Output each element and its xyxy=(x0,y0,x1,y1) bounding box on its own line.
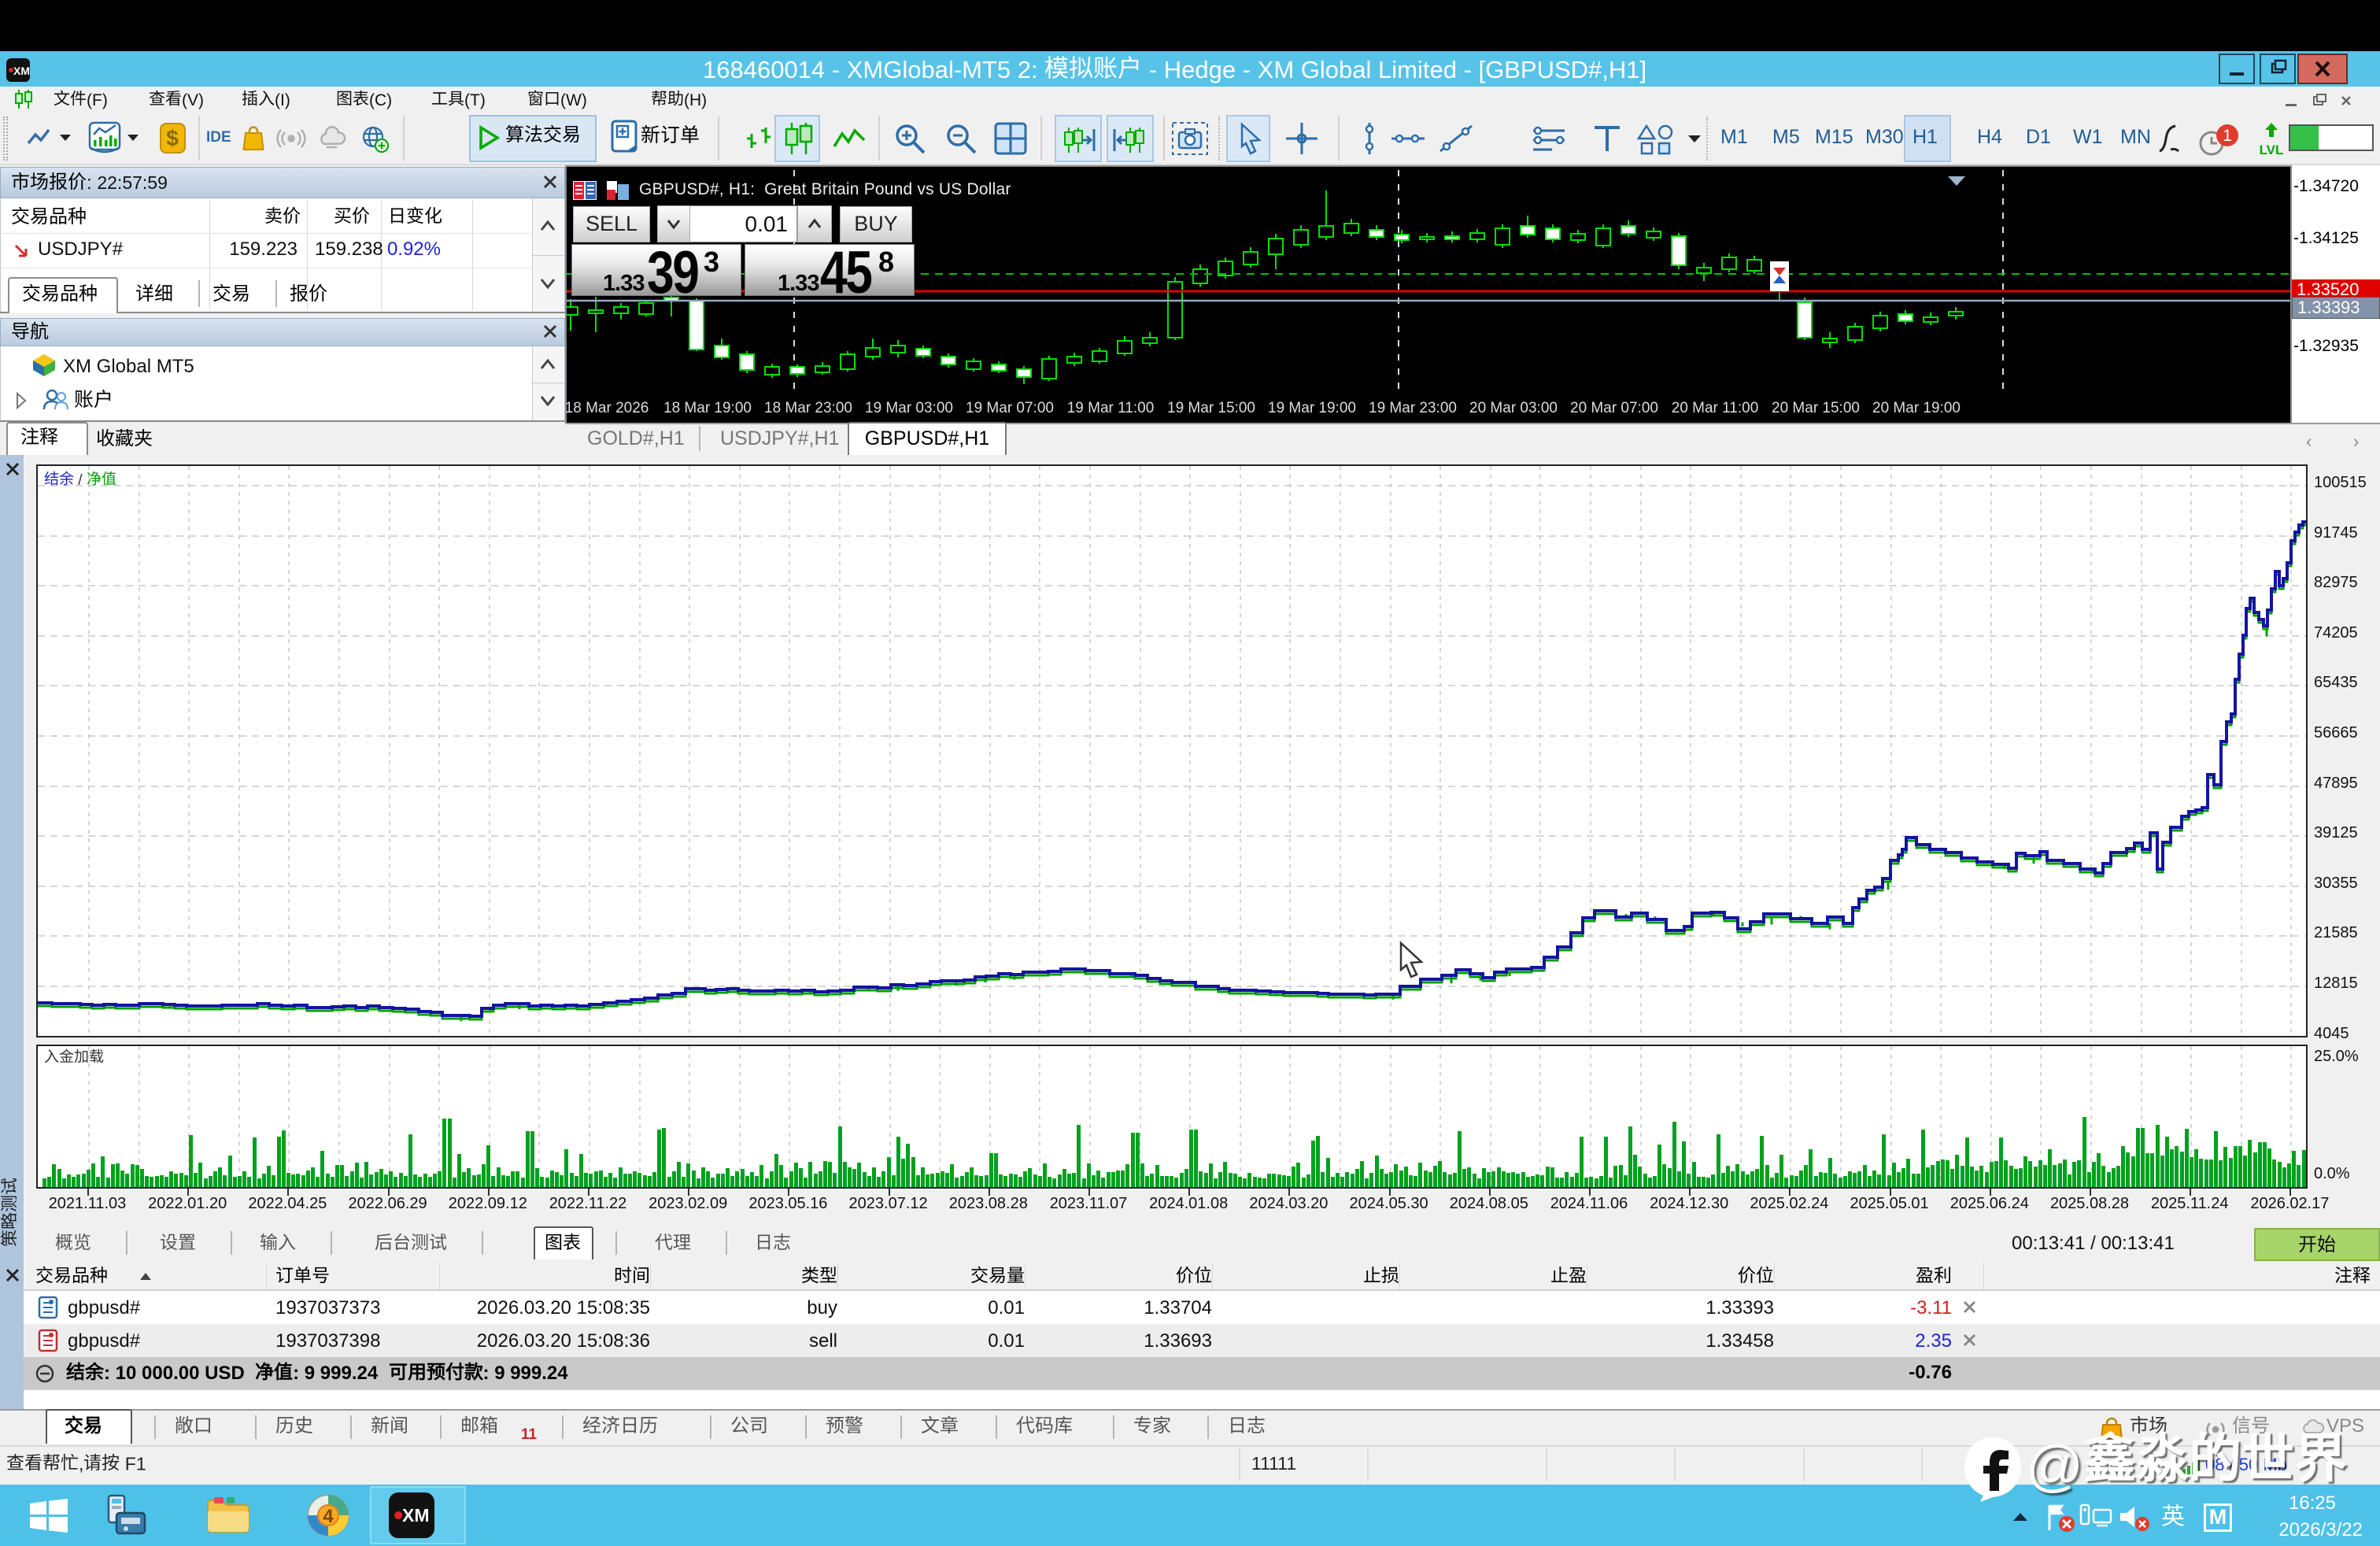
svg-text:1: 1 xyxy=(2223,127,2232,145)
svg-text:XM: XM xyxy=(402,1505,430,1526)
svg-text:4: 4 xyxy=(323,1506,334,1527)
svg-text:LVL: LVL xyxy=(2260,142,2284,157)
svg-text:$: $ xyxy=(166,126,179,150)
svg-text:XM: XM xyxy=(13,65,30,77)
